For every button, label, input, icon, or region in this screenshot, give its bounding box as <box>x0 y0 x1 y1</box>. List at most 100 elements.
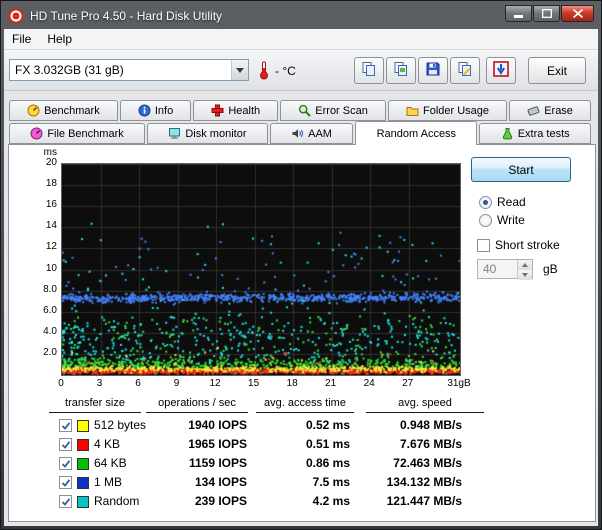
export-button[interactable] <box>450 57 480 84</box>
tab-label: Health <box>228 105 260 117</box>
read-radio[interactable] <box>479 196 492 209</box>
thermometer-icon <box>258 60 270 83</box>
tab-label: Extra tests <box>518 128 570 140</box>
tab-row-1: Benchmark Info Health Error ScanFolder Usag… <box>9 99 593 121</box>
access-time-value: 0.51 ms <box>254 437 350 451</box>
exit-button[interactable]: Exit <box>528 57 586 84</box>
tab-label: Erase <box>544 105 573 117</box>
table-row-4-kb: 4 KB1965 IOPS0.51 ms7.676 MB/s <box>9 436 595 454</box>
maximize-button[interactable] <box>533 5 560 22</box>
tab-info[interactable]: Info <box>120 100 192 121</box>
tab-benchmark[interactable]: Benchmark <box>9 100 118 121</box>
results-header-avg-speed: avg. speed <box>362 397 488 409</box>
copy-image-button[interactable] <box>386 57 416 84</box>
drive-selector[interactable]: FX 3.032GB (31 gB) <box>9 59 249 81</box>
minimize-button[interactable] <box>505 5 532 22</box>
tab-label: Disk monitor <box>185 128 246 140</box>
window-title: HD Tune Pro 4.50 - Hard Disk Utility <box>30 9 222 23</box>
operations-value: 1159 IOPS <box>139 456 247 470</box>
hd-tune-logo-icon <box>8 8 24 24</box>
stroke-size-value[interactable]: 40 <box>478 260 517 278</box>
stroke-size-unit-label: gB <box>543 262 558 276</box>
series-color-swatch <box>77 439 89 451</box>
menu-bar: File Help <box>4 29 598 50</box>
access-time-value: 0.86 ms <box>254 456 350 470</box>
tab-row-2: File Benchmark Disk monitor AAM Random Acce… <box>9 121 593 144</box>
y-tick-label: 20 <box>21 157 57 168</box>
header-underline <box>49 412 141 413</box>
speed-value: 7.676 MB/s <box>349 437 462 451</box>
results-header-avg-access-time: avg. access time <box>252 397 358 409</box>
y-tick-label: 2.0 <box>21 347 57 358</box>
menu-help[interactable]: Help <box>39 30 80 48</box>
series-color-swatch <box>77 496 89 508</box>
tab-erase[interactable]: Erase <box>509 100 591 121</box>
file-benchmark-gauge-icon <box>30 127 43 140</box>
operations-value: 1940 IOPS <box>139 418 247 432</box>
copy-button[interactable] <box>354 57 384 84</box>
start-button[interactable]: Start <box>471 157 571 182</box>
copy-pages-icon <box>361 61 377 80</box>
erase-icon <box>527 104 540 117</box>
table-row-512-bytes: 512 bytes1940 IOPS0.52 ms0.948 MB/s <box>9 417 595 435</box>
folder-icon <box>406 104 419 117</box>
titlebar[interactable]: HD Tune Pro 4.50 - Hard Disk Utility <box>4 3 598 29</box>
chevron-down-icon[interactable] <box>231 60 248 80</box>
stroke-size-spinner[interactable]: 40 <box>477 259 533 279</box>
short-stroke-checkbox[interactable] <box>477 239 490 252</box>
header-underline <box>256 412 354 413</box>
toolbar-buttons <box>354 57 518 84</box>
app-window: HD Tune Pro 4.50 - Hard Disk Utility Fil… <box>0 0 602 530</box>
update-button[interactable] <box>486 57 516 84</box>
y-tick-label: 4.0 <box>21 326 57 337</box>
series-checkbox[interactable] <box>59 419 72 432</box>
x-tick-label: 18 <box>275 378 309 389</box>
spinner-up-icon[interactable] <box>518 260 532 270</box>
results-header-transfer-size: transfer size <box>45 397 145 409</box>
y-tick-label: 14 <box>21 220 57 231</box>
client-area: File Help FX 3.032GB (31 gB) - °C Exit B… <box>4 29 598 526</box>
short-stroke-label: Short stroke <box>495 238 560 252</box>
speed-value: 72.463 MB/s <box>349 456 462 470</box>
benchmark-gauge-icon <box>27 104 40 117</box>
tab-health[interactable]: Health <box>193 100 278 121</box>
tab-error-scan[interactable]: Error Scan <box>280 100 386 121</box>
tab-folder-usage[interactable]: Folder Usage <box>388 100 507 121</box>
toolbar: FX 3.032GB (31 gB) - °C Exit <box>4 50 598 91</box>
info-icon <box>138 104 151 117</box>
tab-extra-tests[interactable]: Extra tests <box>479 123 591 144</box>
tab-file-benchmark[interactable]: File Benchmark <box>9 123 145 144</box>
export-pages-icon <box>457 61 473 80</box>
table-row-1-mb: 1 MB134 IOPS7.5 ms134.132 MB/s <box>9 474 595 492</box>
results-table: transfer sizeoperations / secavg. access… <box>9 397 595 519</box>
series-checkbox[interactable] <box>59 438 72 451</box>
access-time-value: 0.52 ms <box>254 418 350 432</box>
y-tick-label: 8.0 <box>21 284 57 295</box>
spinner-down-icon[interactable] <box>518 270 532 280</box>
header-underline <box>366 412 484 413</box>
y-tick-label: 10 <box>21 263 57 274</box>
write-radio[interactable] <box>479 214 492 227</box>
series-color-swatch <box>77 477 89 489</box>
tab-random-access[interactable]: Random Access <box>355 121 477 145</box>
random-access-page: ms Start Read Write Short stroke 40 <box>8 144 596 522</box>
drive-selector-value: FX 3.032GB (31 gB) <box>10 63 231 77</box>
tab-label: Info <box>155 105 173 117</box>
speaker-icon <box>291 127 304 140</box>
tab-aam[interactable]: AAM <box>270 123 353 144</box>
access-time-value: 4.2 ms <box>254 494 350 508</box>
copy-image-pages-icon <box>393 61 409 80</box>
series-checkbox[interactable] <box>59 476 72 489</box>
operations-value: 1965 IOPS <box>139 437 247 451</box>
series-checkbox[interactable] <box>59 457 72 470</box>
table-row-64-kb: 64 KB1159 IOPS0.86 ms72.463 MB/s <box>9 455 595 473</box>
series-checkbox[interactable] <box>59 495 72 508</box>
close-button[interactable] <box>561 5 594 22</box>
extra-tests-icon <box>501 127 514 140</box>
table-row-random: Random239 IOPS4.2 ms121.447 MB/s <box>9 493 595 511</box>
tab-disk-monitor[interactable]: Disk monitor <box>147 123 268 144</box>
save-button[interactable] <box>418 57 448 84</box>
menu-file[interactable]: File <box>4 30 39 48</box>
tab-label: AAM <box>308 128 332 140</box>
x-tick-label: 9 <box>160 378 194 389</box>
